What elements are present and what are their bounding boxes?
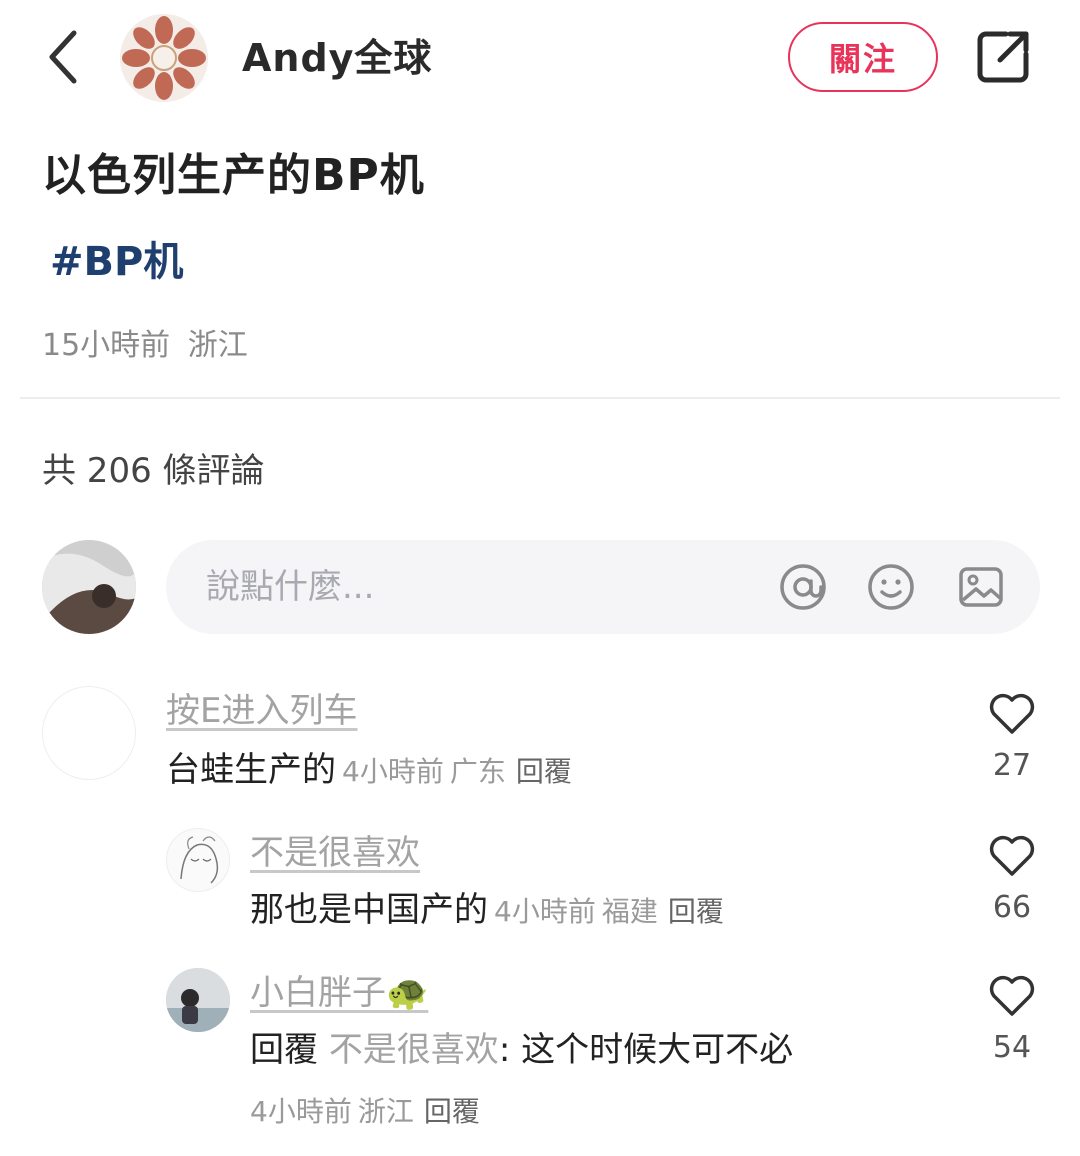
comment-body: 台蛙生产的 4小時前 广东 回覆 xyxy=(166,746,572,796)
heart-icon[interactable] xyxy=(988,832,1036,878)
reply-button[interactable]: 回覆 xyxy=(516,755,572,788)
at-icon[interactable] xyxy=(778,562,828,612)
chevron-left-icon xyxy=(49,30,77,84)
heart-icon[interactable] xyxy=(988,690,1036,736)
reply-prefix: 回覆 xyxy=(250,1030,318,1070)
post-title: 以色列生产的BP机 xyxy=(42,150,425,201)
author-name[interactable]: Andy全球 xyxy=(242,30,432,86)
post-meta: 15小時前 浙江 xyxy=(42,324,248,368)
commenter-avatar[interactable] xyxy=(166,968,230,1032)
commenter-avatar-image xyxy=(180,836,219,884)
comment-body: 回覆 不是很喜欢: 这个时候大可不必 xyxy=(250,1026,793,1074)
comment-body: 那也是中国产的 4小時前 福建 回覆 xyxy=(250,886,724,936)
comment-meta-row: 4小時前 浙江 回覆 xyxy=(250,1086,480,1136)
like-group: 27 xyxy=(972,690,1052,786)
my-avatar-image xyxy=(42,540,136,634)
back-button[interactable] xyxy=(38,26,88,88)
follow-button[interactable]: 關注 xyxy=(788,22,938,92)
emoji-icon[interactable] xyxy=(866,562,916,612)
post-location: 浙江 xyxy=(187,328,248,363)
commenter-name[interactable]: 不是很喜欢 xyxy=(250,830,420,876)
divider xyxy=(20,397,1060,399)
like-count: 66 xyxy=(992,890,1032,925)
comment-input-box[interactable] xyxy=(166,540,1040,634)
image-icon[interactable] xyxy=(956,562,1006,612)
heart-icon[interactable] xyxy=(988,972,1036,1018)
comment-location: 广东 xyxy=(449,755,506,788)
post-time: 15小時前 xyxy=(42,328,171,363)
commenter-avatar[interactable] xyxy=(166,828,230,892)
comment-text: : 这个时候大可不必 xyxy=(498,1030,794,1070)
share-button[interactable] xyxy=(972,26,1034,88)
commenter-avatar[interactable] xyxy=(42,686,136,780)
commenter-avatar-image xyxy=(166,968,230,1032)
comment-location: 福建 xyxy=(601,895,658,928)
like-count: 54 xyxy=(992,1030,1032,1065)
reply-button[interactable]: 回覆 xyxy=(668,895,724,928)
like-group: 66 xyxy=(972,832,1052,928)
comment-text: 台蛙生产的 xyxy=(166,750,336,790)
author-avatar-image xyxy=(120,14,208,102)
commenter-name[interactable]: 小白胖子🐢 xyxy=(250,970,428,1016)
comment-time: 4小時前 xyxy=(250,1095,352,1128)
my-avatar[interactable] xyxy=(42,540,136,634)
share-icon xyxy=(977,31,1029,83)
comment-location: 浙江 xyxy=(357,1095,414,1128)
comment-input[interactable] xyxy=(206,558,746,616)
comment-text: 那也是中国产的 xyxy=(250,890,488,930)
like-count: 27 xyxy=(992,748,1032,783)
like-group: 54 xyxy=(972,972,1052,1068)
comment-time: 4小時前 xyxy=(494,895,596,928)
reply-button[interactable]: 回覆 xyxy=(424,1095,480,1128)
author-avatar[interactable] xyxy=(120,14,208,102)
commenter-name[interactable]: 按E进入列车 xyxy=(166,688,357,734)
hashtag-link[interactable]: #BP机 xyxy=(50,234,183,290)
comment-time: 4小時前 xyxy=(342,755,444,788)
reply-to-user[interactable]: 不是很喜欢 xyxy=(329,1030,499,1070)
comment-count: 共 206 條評論 xyxy=(42,451,265,491)
